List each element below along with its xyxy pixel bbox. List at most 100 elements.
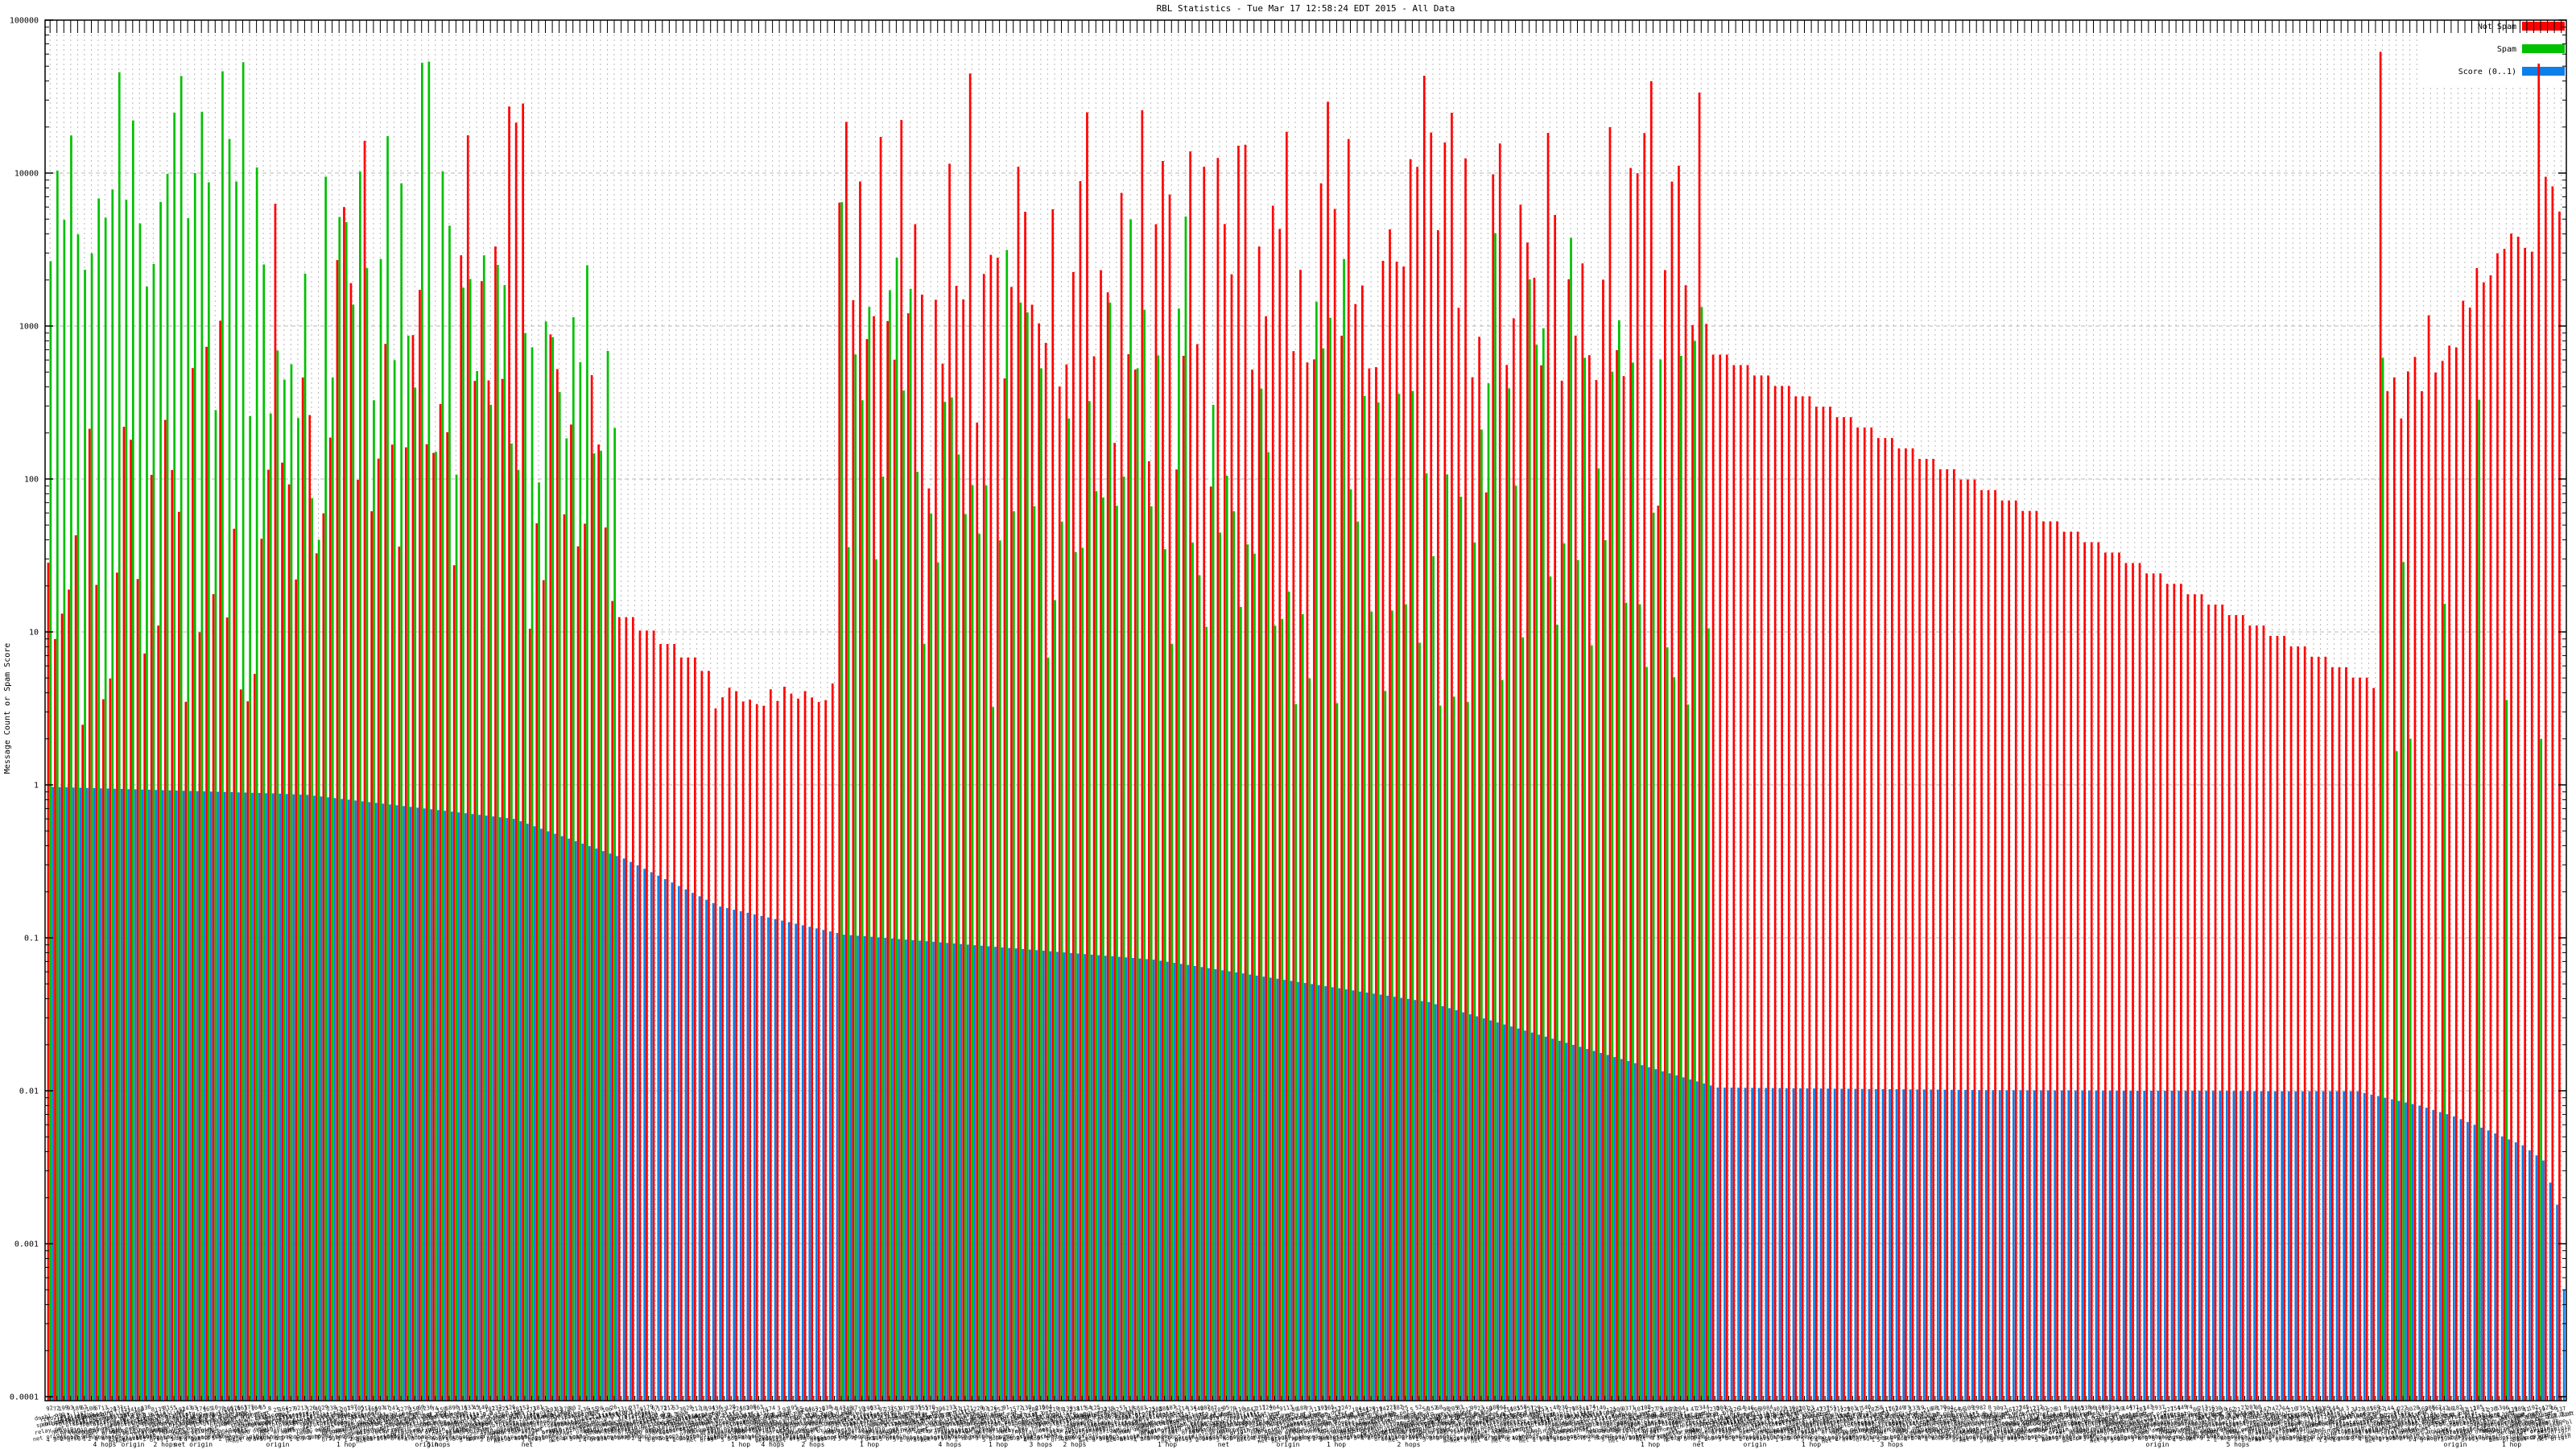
bar-spam [427, 61, 431, 1401]
bar-score [86, 787, 89, 1401]
bar-score [2046, 1090, 2050, 1401]
chart-title: RBL Statistics - Tue Mar 17 12:58:24 EDT… [1157, 3, 1455, 14]
bar-spam [331, 377, 334, 1401]
bar-score [120, 789, 123, 1401]
bar-spam [530, 347, 534, 1401]
bar-spam [868, 307, 871, 1402]
bar-spam [1232, 511, 1236, 1401]
bar-spam [1391, 610, 1393, 1401]
bar-score [1716, 1088, 1719, 1401]
bar-score [2562, 1290, 2566, 1401]
bar-score [148, 790, 151, 1401]
bar-not-spam [1684, 285, 1687, 1401]
bar-not-spam [1753, 375, 1756, 1401]
bar-score [905, 939, 907, 1401]
bar-spam [1102, 497, 1104, 1401]
bar-not-spam [906, 313, 910, 1402]
bar-score [1951, 1089, 1953, 1401]
bar-score [1138, 958, 1141, 1401]
bar-not-spam [2207, 605, 2210, 1401]
bar-score [533, 826, 536, 1401]
bar-not-spam [666, 644, 669, 1401]
bar-not-spam [192, 368, 194, 1402]
bar-score [2040, 1090, 2042, 1401]
bar-score [1689, 1079, 1692, 1401]
bar-score [836, 933, 839, 1401]
bar-score [2246, 1091, 2249, 1401]
bar-not-spam [1313, 359, 1315, 1401]
bar-spam [1143, 309, 1146, 1402]
x-tick-label-readable: origin [1744, 1441, 1767, 1448]
bar-spam [1129, 219, 1132, 1401]
bar-not-spam [679, 657, 683, 1401]
bar-score [1001, 947, 1004, 1401]
bar-score [189, 791, 192, 1401]
bar-not-spam [1649, 80, 1653, 1401]
bar-not-spam [1340, 336, 1343, 1402]
bar-score [196, 791, 199, 1401]
bar-spam [276, 350, 279, 1401]
bar-spam [1397, 394, 1401, 1401]
bar-not-spam [2448, 345, 2450, 1401]
bar-score [162, 790, 164, 1401]
bar-score [347, 799, 350, 1401]
bar-score [320, 796, 323, 1401]
bar-score [2143, 1090, 2146, 1401]
bar-score [1806, 1088, 1809, 1401]
bar-not-spam [1932, 459, 1934, 1401]
bar-not-spam [2227, 615, 2231, 1401]
y-tick-label: 10 [29, 629, 39, 638]
bar-spam [104, 217, 107, 1401]
bar-not-spam [1368, 368, 1371, 1402]
bar-score [2521, 1145, 2524, 1401]
bar-score [1971, 1090, 1974, 1401]
bar-not-spam [74, 535, 77, 1401]
bar-spam [1652, 512, 1655, 1401]
bar-score [781, 920, 783, 1401]
bar-not-spam [1822, 407, 1825, 1402]
bar-score [485, 815, 488, 1401]
bar-not-spam [831, 683, 834, 1401]
bar-spam [97, 198, 100, 1401]
bar-not-spam [2558, 211, 2561, 1401]
bar-score [1937, 1089, 1939, 1401]
bar-score [1620, 1059, 1623, 1401]
bar-score [925, 941, 928, 1401]
bar-spam [1122, 477, 1125, 1401]
bar-score [2370, 1094, 2373, 1401]
bar-score [498, 817, 502, 1401]
bar-score [2418, 1105, 2421, 1401]
bar-score [863, 936, 866, 1401]
bar-not-spam [1719, 354, 1722, 1401]
bar-score [1710, 1085, 1712, 1401]
bar-score [1751, 1088, 1753, 1401]
bar-not-spam [2269, 635, 2272, 1401]
bar-not-spam [1141, 110, 1144, 1401]
bar-spam [1700, 307, 1703, 1401]
bar-score [1084, 954, 1086, 1401]
bar-score [1730, 1088, 1733, 1401]
bar-not-spam [1127, 354, 1130, 1401]
bar-not-spam [1381, 261, 1385, 1401]
bar-score [1090, 954, 1093, 1401]
bar-not-spam [178, 511, 180, 1401]
bar-spam [517, 469, 520, 1401]
bar-spam [1411, 390, 1414, 1401]
bar-score [2191, 1091, 2194, 1401]
bar-score [1427, 1001, 1430, 1401]
bar-spam [957, 454, 960, 1401]
bar-spam [2540, 738, 2542, 1401]
bar-not-spam [102, 699, 105, 1401]
bar-score [1538, 1034, 1540, 1401]
bar-score [2198, 1091, 2201, 1401]
bar-not-spam [1616, 349, 1618, 1401]
y-tick-label: 10000 [14, 170, 39, 179]
bar-not-spam [2359, 677, 2361, 1401]
bar-not-spam [157, 625, 159, 1401]
bar-not-spam [1829, 407, 1831, 1402]
bar-not-spam [1162, 161, 1164, 1401]
bar-not-spam [646, 630, 648, 1401]
bar-score [1703, 1083, 1706, 1401]
bar-not-spam [1698, 93, 1701, 1401]
bar-score [691, 893, 694, 1401]
